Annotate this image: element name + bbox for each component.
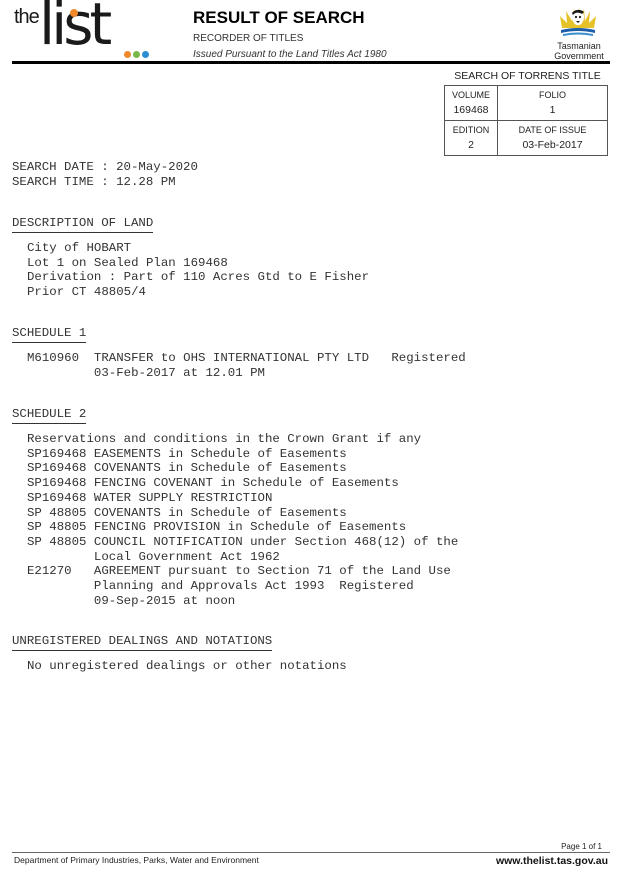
description-line: Lot 1 on Sealed Plan 169468 [27, 255, 228, 270]
folio-cell: FOLIO 1 [497, 85, 608, 121]
gov-logo-text: Tasmanian Government [548, 41, 610, 61]
website-link[interactable]: www.thelist.tas.gov.au [496, 855, 608, 867]
tasmanian-government-logo: Tasmanian Government [548, 6, 610, 62]
gov-logo-line2: Government [554, 51, 604, 61]
header-divider [12, 61, 610, 64]
schedule1-lines: M610960 TRANSFER to OHS INTERNATIONAL PT… [27, 351, 466, 380]
volume-cell: VOLUME 169468 [444, 85, 498, 121]
description-heading: DESCRIPTION OF LAND [12, 216, 154, 233]
search-time: SEARCH TIME : 12.28 PM [12, 174, 176, 189]
act-reference: Issued Pursuant to the Land Titles Act 1… [193, 49, 387, 60]
schedule1-line: 03-Feb-2017 at 12.01 PM [27, 365, 265, 380]
schedule2-line: SP 48805 FENCING PROVISION in Schedule o… [27, 520, 407, 535]
date-of-issue-label: DATE OF ISSUE [518, 125, 587, 135]
schedule2-line: SP169468 EASEMENTS in Schedule of Easeme… [27, 446, 347, 461]
description-line: City of HOBART [27, 241, 132, 255]
description-line: Derivation : Part of 110 Acres Gtd to E … [27, 270, 370, 285]
logo-dot-orange [124, 51, 131, 58]
schedule2-line: SP 48805 COUNCIL NOTIFICATION under Sect… [27, 534, 459, 549]
logo-prefix: the [14, 6, 40, 28]
unregistered-line: No unregistered dealings or other notati… [27, 659, 347, 673]
schedule2-heading: SCHEDULE 2 [12, 407, 87, 424]
edition-value: 2 [468, 139, 474, 151]
tasmanian-devil-emblem-icon [560, 8, 596, 36]
schedule2-lines: Reservations and conditions in the Crown… [27, 432, 458, 608]
document-title: RESULT OF SEARCH [193, 8, 365, 27]
schedule1-line: M610960 TRANSFER to OHS INTERNATIONAL PT… [27, 351, 466, 365]
document-subtitle: RECORDER OF TITLES [193, 33, 304, 44]
schedule2-line: SP 48805 COVENANTS in Schedule of Easeme… [27, 505, 347, 520]
schedule2-line: SP169468 FENCING COVENANT in Schedule of… [27, 476, 399, 491]
logo-dot-blue [142, 51, 149, 58]
date-of-issue-value: 03-Feb-2017 [522, 139, 583, 151]
schedule2-line: 09-Sep-2015 at noon [27, 593, 236, 608]
schedule2-line: E21270 AGREEMENT pursuant to Section 71 … [27, 564, 451, 579]
search-info: SEARCH DATE : 20-May-2020 SEARCH TIME : 1… [12, 160, 198, 189]
folio-value: 1 [549, 104, 556, 116]
edition-label: EDITION [452, 125, 490, 135]
schedule2-line: SP169468 COVENANTS in Schedule of Easeme… [27, 461, 347, 476]
page-number: Page 1 of 1 [561, 842, 602, 851]
torrens-title-table: VOLUME 169468 FOLIO 1 EDITION 2 DATE OF … [444, 85, 608, 156]
schedule1-heading: SCHEDULE 1 [12, 326, 87, 343]
description-lines: City of HOBART Lot 1 on Sealed Plan 16946… [27, 241, 369, 300]
torrens-caption: SEARCH OF TORRENS TITLE [454, 70, 601, 82]
logo-dot-green [133, 51, 140, 58]
date-of-issue-cell: DATE OF ISSUE 03-Feb-2017 [497, 120, 608, 156]
volume-label: VOLUME [451, 90, 490, 100]
footer-divider [12, 852, 610, 853]
schedule2-line: Reservations and conditions in the Crown… [27, 432, 422, 446]
unregistered-lines: No unregistered dealings or other notati… [27, 659, 347, 674]
logo-i-dot [70, 9, 78, 17]
schedule2-line: Planning and Approvals Act 1993 Register… [27, 579, 414, 594]
schedule2-line: SP169468 WATER SUPPLY RESTRICTION [27, 490, 273, 505]
edition-cell: EDITION 2 [444, 120, 498, 156]
volume-value: 169468 [453, 104, 489, 116]
schedule2-line: Local Government Act 1962 [27, 549, 280, 564]
description-line: Prior CT 48805/4 [27, 285, 146, 300]
folio-label: FOLIO [538, 90, 566, 100]
document-title-block: RESULT OF SEARCH RECORDER OF TITLES Issu… [193, 8, 387, 60]
unregistered-heading: UNREGISTERED DEALINGS AND NOTATIONS [12, 634, 273, 651]
search-date: SEARCH DATE : 20-May-2020 [12, 160, 198, 174]
department-name: Department of Primary Industries, Parks,… [14, 855, 259, 865]
gov-logo-line1: Tasmanian [557, 41, 601, 51]
thelist-logo: the list [12, 0, 152, 60]
